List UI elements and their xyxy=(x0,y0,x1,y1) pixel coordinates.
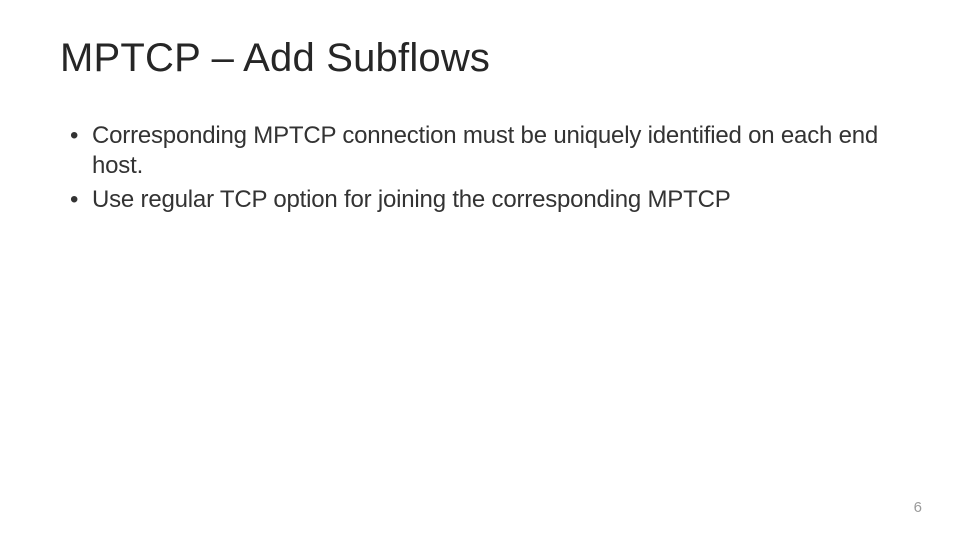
bullet-item: Corresponding MPTCP connection must be u… xyxy=(70,121,900,181)
page-number: 6 xyxy=(914,499,922,516)
bullet-list: Corresponding MPTCP connection must be u… xyxy=(60,121,900,215)
slide: MPTCP – Add Subflows Corresponding MPTCP… xyxy=(0,0,960,540)
slide-title: MPTCP – Add Subflows xyxy=(60,36,900,81)
bullet-item: Use regular TCP option for joining the c… xyxy=(70,185,900,215)
